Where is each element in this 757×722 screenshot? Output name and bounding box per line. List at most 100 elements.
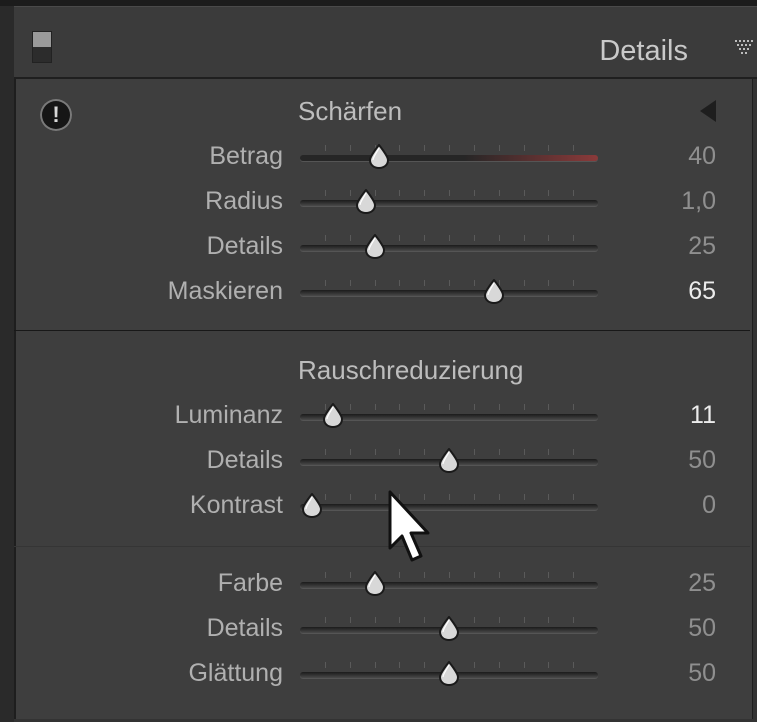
section-title-noise: Rauschreduzierung — [298, 355, 524, 385]
slider-tick — [499, 617, 500, 623]
slider-tick — [350, 449, 351, 455]
slider-tick — [399, 280, 400, 286]
slider-thumb[interactable] — [363, 234, 387, 260]
slider-value[interactable]: 50 — [620, 446, 716, 475]
slider-tick — [449, 280, 450, 286]
slider-label-maskieren: Maskieren — [167, 277, 283, 305]
slider-thumb[interactable] — [363, 571, 387, 597]
slider-thumb[interactable] — [437, 616, 461, 642]
slider-tick — [424, 572, 425, 578]
slider-tick — [548, 572, 549, 578]
slider-track[interactable] — [300, 572, 598, 588]
slider-tick — [350, 617, 351, 623]
slider-tick — [573, 449, 574, 455]
slider-tick — [524, 662, 525, 668]
slider-tick — [325, 617, 326, 623]
panel-header[interactable]: Details — [14, 7, 757, 79]
slider-value[interactable]: 40 — [620, 142, 716, 171]
slider-label-farbe: Farbe — [217, 569, 283, 597]
slider-tick — [325, 572, 326, 578]
slider-tick — [548, 145, 549, 151]
slider-thumb[interactable] — [300, 493, 324, 519]
exclamation-icon[interactable]: ! — [40, 99, 72, 131]
slider-track[interactable] — [300, 145, 598, 161]
slider-tick — [499, 404, 500, 410]
slider-track[interactable] — [300, 494, 598, 510]
slider-value[interactable]: 0 — [620, 491, 716, 520]
details-panel-frame: Details ! Schärfen Betrag 40 Radius 1,0 Deta… — [0, 0, 757, 722]
slider-tick — [474, 190, 475, 196]
slider-thumb[interactable] — [354, 189, 378, 215]
section-title-sharpen: Schärfen — [298, 96, 403, 126]
slider-thumb[interactable] — [437, 661, 461, 687]
slider-label-details: Details — [206, 232, 283, 260]
slider-tick — [573, 145, 574, 151]
slider-tick — [424, 190, 425, 196]
slider-value[interactable]: 50 — [620, 659, 716, 688]
slider-value[interactable]: 11 — [620, 401, 716, 430]
slider-value[interactable]: 50 — [620, 614, 716, 643]
slider-tick — [325, 662, 326, 668]
slider-label-betrag: Betrag — [209, 142, 283, 170]
slider-thumb[interactable] — [367, 144, 391, 170]
slider-tick — [325, 190, 326, 196]
slider-track[interactable] — [300, 235, 598, 251]
slider-tick — [449, 494, 450, 500]
slider-value[interactable]: 1,0 — [620, 187, 716, 216]
slider-tick — [573, 190, 574, 196]
slider-tick — [499, 449, 500, 455]
slider-tick — [548, 662, 549, 668]
slider-tick — [548, 494, 549, 500]
slider-tick — [375, 449, 376, 455]
slider-tick — [375, 280, 376, 286]
slider-tick — [474, 145, 475, 151]
slider-tick — [474, 404, 475, 410]
slider-tick — [573, 572, 574, 578]
slider-tick — [325, 145, 326, 151]
slider-tick — [449, 145, 450, 151]
triangle-menu-icon[interactable] — [734, 39, 756, 57]
slider-tick — [499, 494, 500, 500]
slider-tick — [399, 572, 400, 578]
slider-tick — [375, 404, 376, 410]
top-divider — [0, 0, 757, 7]
slider-tick — [350, 145, 351, 151]
slider-thumb[interactable] — [482, 279, 506, 305]
slider-tick — [474, 449, 475, 455]
slider-tick — [399, 235, 400, 241]
slider-tick — [524, 572, 525, 578]
slider-thumb[interactable] — [321, 403, 345, 429]
slider-tick — [474, 280, 475, 286]
slider-value[interactable]: 25 — [620, 569, 716, 598]
panel-toggle-icon[interactable] — [32, 31, 52, 63]
slider-value[interactable]: 25 — [620, 232, 716, 261]
slider-tick — [375, 617, 376, 623]
slider-tick — [399, 617, 400, 623]
slider-tick — [548, 449, 549, 455]
slider-tick — [499, 145, 500, 151]
slider-tick — [449, 235, 450, 241]
slider-tick — [375, 494, 376, 500]
slider-tick — [350, 190, 351, 196]
slider-tick — [548, 404, 549, 410]
mouse-cursor-icon — [388, 490, 430, 562]
slider-tick — [499, 662, 500, 668]
slider-tick — [350, 404, 351, 410]
collapse-arrow-icon[interactable] — [698, 99, 718, 123]
slider-track[interactable] — [300, 190, 598, 206]
slider-tick — [350, 494, 351, 500]
slider-tick — [424, 617, 425, 623]
slider-tick — [573, 494, 574, 500]
slider-label-glättung: Glättung — [188, 659, 283, 687]
slider-tick — [573, 662, 574, 668]
panel-left-edge — [0, 6, 14, 722]
slider-tick — [524, 617, 525, 623]
slider-tick — [424, 449, 425, 455]
slider-thumb[interactable] — [437, 448, 461, 474]
slider-tick — [474, 662, 475, 668]
slider-tick — [548, 617, 549, 623]
panel-title: Details — [599, 35, 688, 67]
slider-track[interactable] — [300, 280, 598, 296]
slider-tick — [573, 235, 574, 241]
slider-value[interactable]: 65 — [620, 277, 716, 306]
